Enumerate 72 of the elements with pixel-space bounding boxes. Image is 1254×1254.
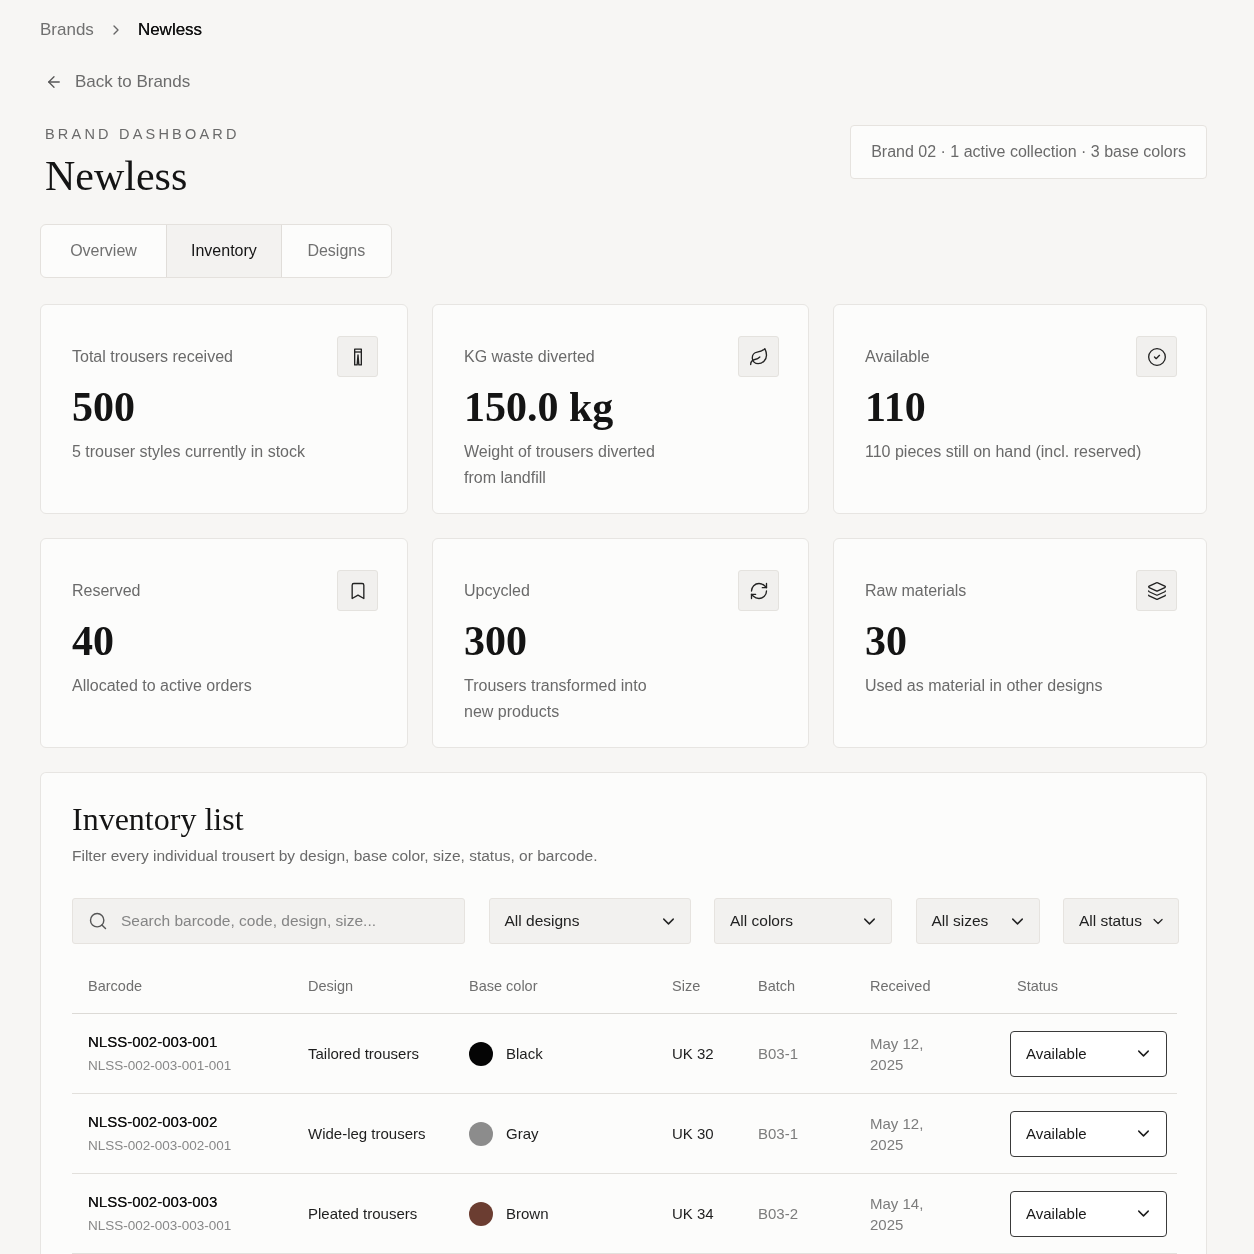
table-cell-text: Black — [506, 1044, 543, 1064]
item-code: NLSS-002-003-003-001 — [88, 1217, 232, 1235]
barcode-text: NLSS-002-003-002 — [88, 1112, 218, 1132]
breadcrumb-item: Newless — [137, 19, 203, 40]
stat-note: Allocated to active orders — [72, 676, 252, 696]
table-cell-text: B03-2 — [758, 1204, 799, 1224]
item-code: NLSS-002-003-002-001 — [88, 1137, 232, 1155]
stat-value: 40 — [72, 617, 114, 665]
stat-value: 150.0 kg — [464, 383, 614, 431]
table-cell-text: Pleated trousers — [308, 1204, 418, 1224]
column-header: Design — [308, 977, 354, 994]
table-cell-text: Brown — [506, 1204, 549, 1224]
stat-label: Total trousers received — [72, 347, 233, 366]
stat-note: 5 trouser styles currently in stock — [72, 442, 305, 462]
breadcrumb-item[interactable]: Brands — [40, 19, 94, 40]
stat-value: 30 — [865, 617, 907, 665]
status-dropdown[interactable]: Available — [1010, 1110, 1167, 1157]
stat-note: Trousers transformed into new products — [464, 676, 647, 722]
circle-check-icon — [1136, 336, 1177, 377]
column-header: Received — [870, 977, 931, 994]
refresh-icon — [738, 570, 779, 611]
stat-value: 300 — [464, 617, 527, 665]
status-dropdown[interactable]: Available — [1010, 1030, 1167, 1077]
search-icon — [88, 911, 108, 931]
stat-label: Raw materials — [865, 581, 967, 600]
status-dropdown[interactable]: Available — [1010, 1190, 1167, 1237]
eyebrow-label: BRAND DASHBOARD — [45, 125, 240, 144]
tab[interactable]: Overview — [41, 225, 166, 277]
barcode-text: NLSS-002-003-001 — [88, 1032, 218, 1052]
column-header: Batch — [758, 977, 796, 994]
table-cell-text: UK 32 — [672, 1044, 714, 1064]
section-title: Inventory list — [72, 800, 244, 839]
stat-note: Weight of trousers diverted from landfill — [464, 442, 655, 488]
search-field[interactable]: Search barcode, code, design, size... — [72, 898, 465, 944]
column-header: Size — [672, 977, 701, 994]
bookmark-icon — [337, 570, 378, 611]
section-description: Filter every individual trousert by design, base color, size, status, or barcode. — [72, 846, 598, 866]
table-cell-text: May 14, 2025 — [870, 1193, 925, 1235]
table-cell-text: Tailored trousers — [308, 1044, 419, 1064]
layers-icon — [1136, 570, 1177, 611]
item-code: NLSS-002-003-001-001 — [88, 1057, 232, 1075]
stat-note: Used as material in other designs — [865, 676, 1103, 696]
barcode-text: NLSS-002-003-003 — [88, 1192, 218, 1212]
filter-dropdown[interactable]: All sizes — [915, 898, 1040, 944]
filter-dropdown[interactable]: All status — [1063, 898, 1179, 944]
tab[interactable]: Inventory — [166, 225, 282, 277]
table-cell-text: B03-1 — [758, 1124, 799, 1144]
table-cell-text: May 12, 2025 — [870, 1113, 925, 1155]
table-cell-text: UK 34 — [672, 1204, 714, 1224]
column-header: Base color — [469, 977, 538, 994]
table-cell-text: Gray — [506, 1124, 539, 1144]
summary-badge: Brand 02 · 1 active collection · 3 base colors — [850, 125, 1207, 180]
table-cell-text: UK 30 — [672, 1124, 714, 1144]
tab[interactable]: Designs — [281, 225, 391, 277]
leaf-icon — [738, 336, 779, 377]
filter-dropdown[interactable]: All designs — [488, 898, 691, 944]
page-title: Newless — [45, 152, 189, 201]
filter-dropdown[interactable]: All colors — [714, 898, 892, 944]
table-cell-text: B03-1 — [758, 1044, 799, 1064]
trousers-icon — [337, 336, 378, 377]
column-header: Status — [1017, 977, 1059, 994]
stat-label: Reserved — [72, 581, 141, 600]
back-link[interactable]: Back to Brands — [45, 70, 191, 95]
table-cell-text: May 12, 2025 — [870, 1033, 925, 1075]
stat-label: KG waste diverted — [464, 347, 595, 366]
stat-value: 110 — [865, 383, 926, 431]
stat-value: 500 — [72, 383, 135, 431]
stat-note: 110 pieces still on hand (incl. reserved) — [865, 442, 1142, 462]
stat-label: Available — [865, 347, 930, 366]
table-cell-text: Wide-leg trousers — [308, 1124, 426, 1144]
column-header: Barcode — [88, 977, 142, 994]
stat-label: Upcycled — [464, 581, 530, 600]
